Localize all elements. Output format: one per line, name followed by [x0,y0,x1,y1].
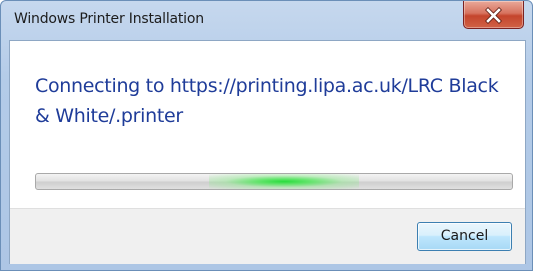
cancel-button[interactable]: Cancel [417,222,512,251]
printer-installation-dialog: Windows Printer Installation Connecting … [0,0,533,271]
title-bar[interactable]: Windows Printer Installation [1,1,532,41]
progress-bar [35,173,513,190]
dialog-content: Connecting to https://printing.lipa.ac.u… [9,40,526,264]
progress-indicator [209,174,359,189]
connection-status-message: Connecting to https://printing.lipa.ac.u… [35,75,499,127]
window-title: Windows Printer Installation [14,11,204,27]
close-button[interactable] [463,1,524,29]
close-icon [485,7,502,24]
dialog-footer: Cancel [10,208,525,264]
